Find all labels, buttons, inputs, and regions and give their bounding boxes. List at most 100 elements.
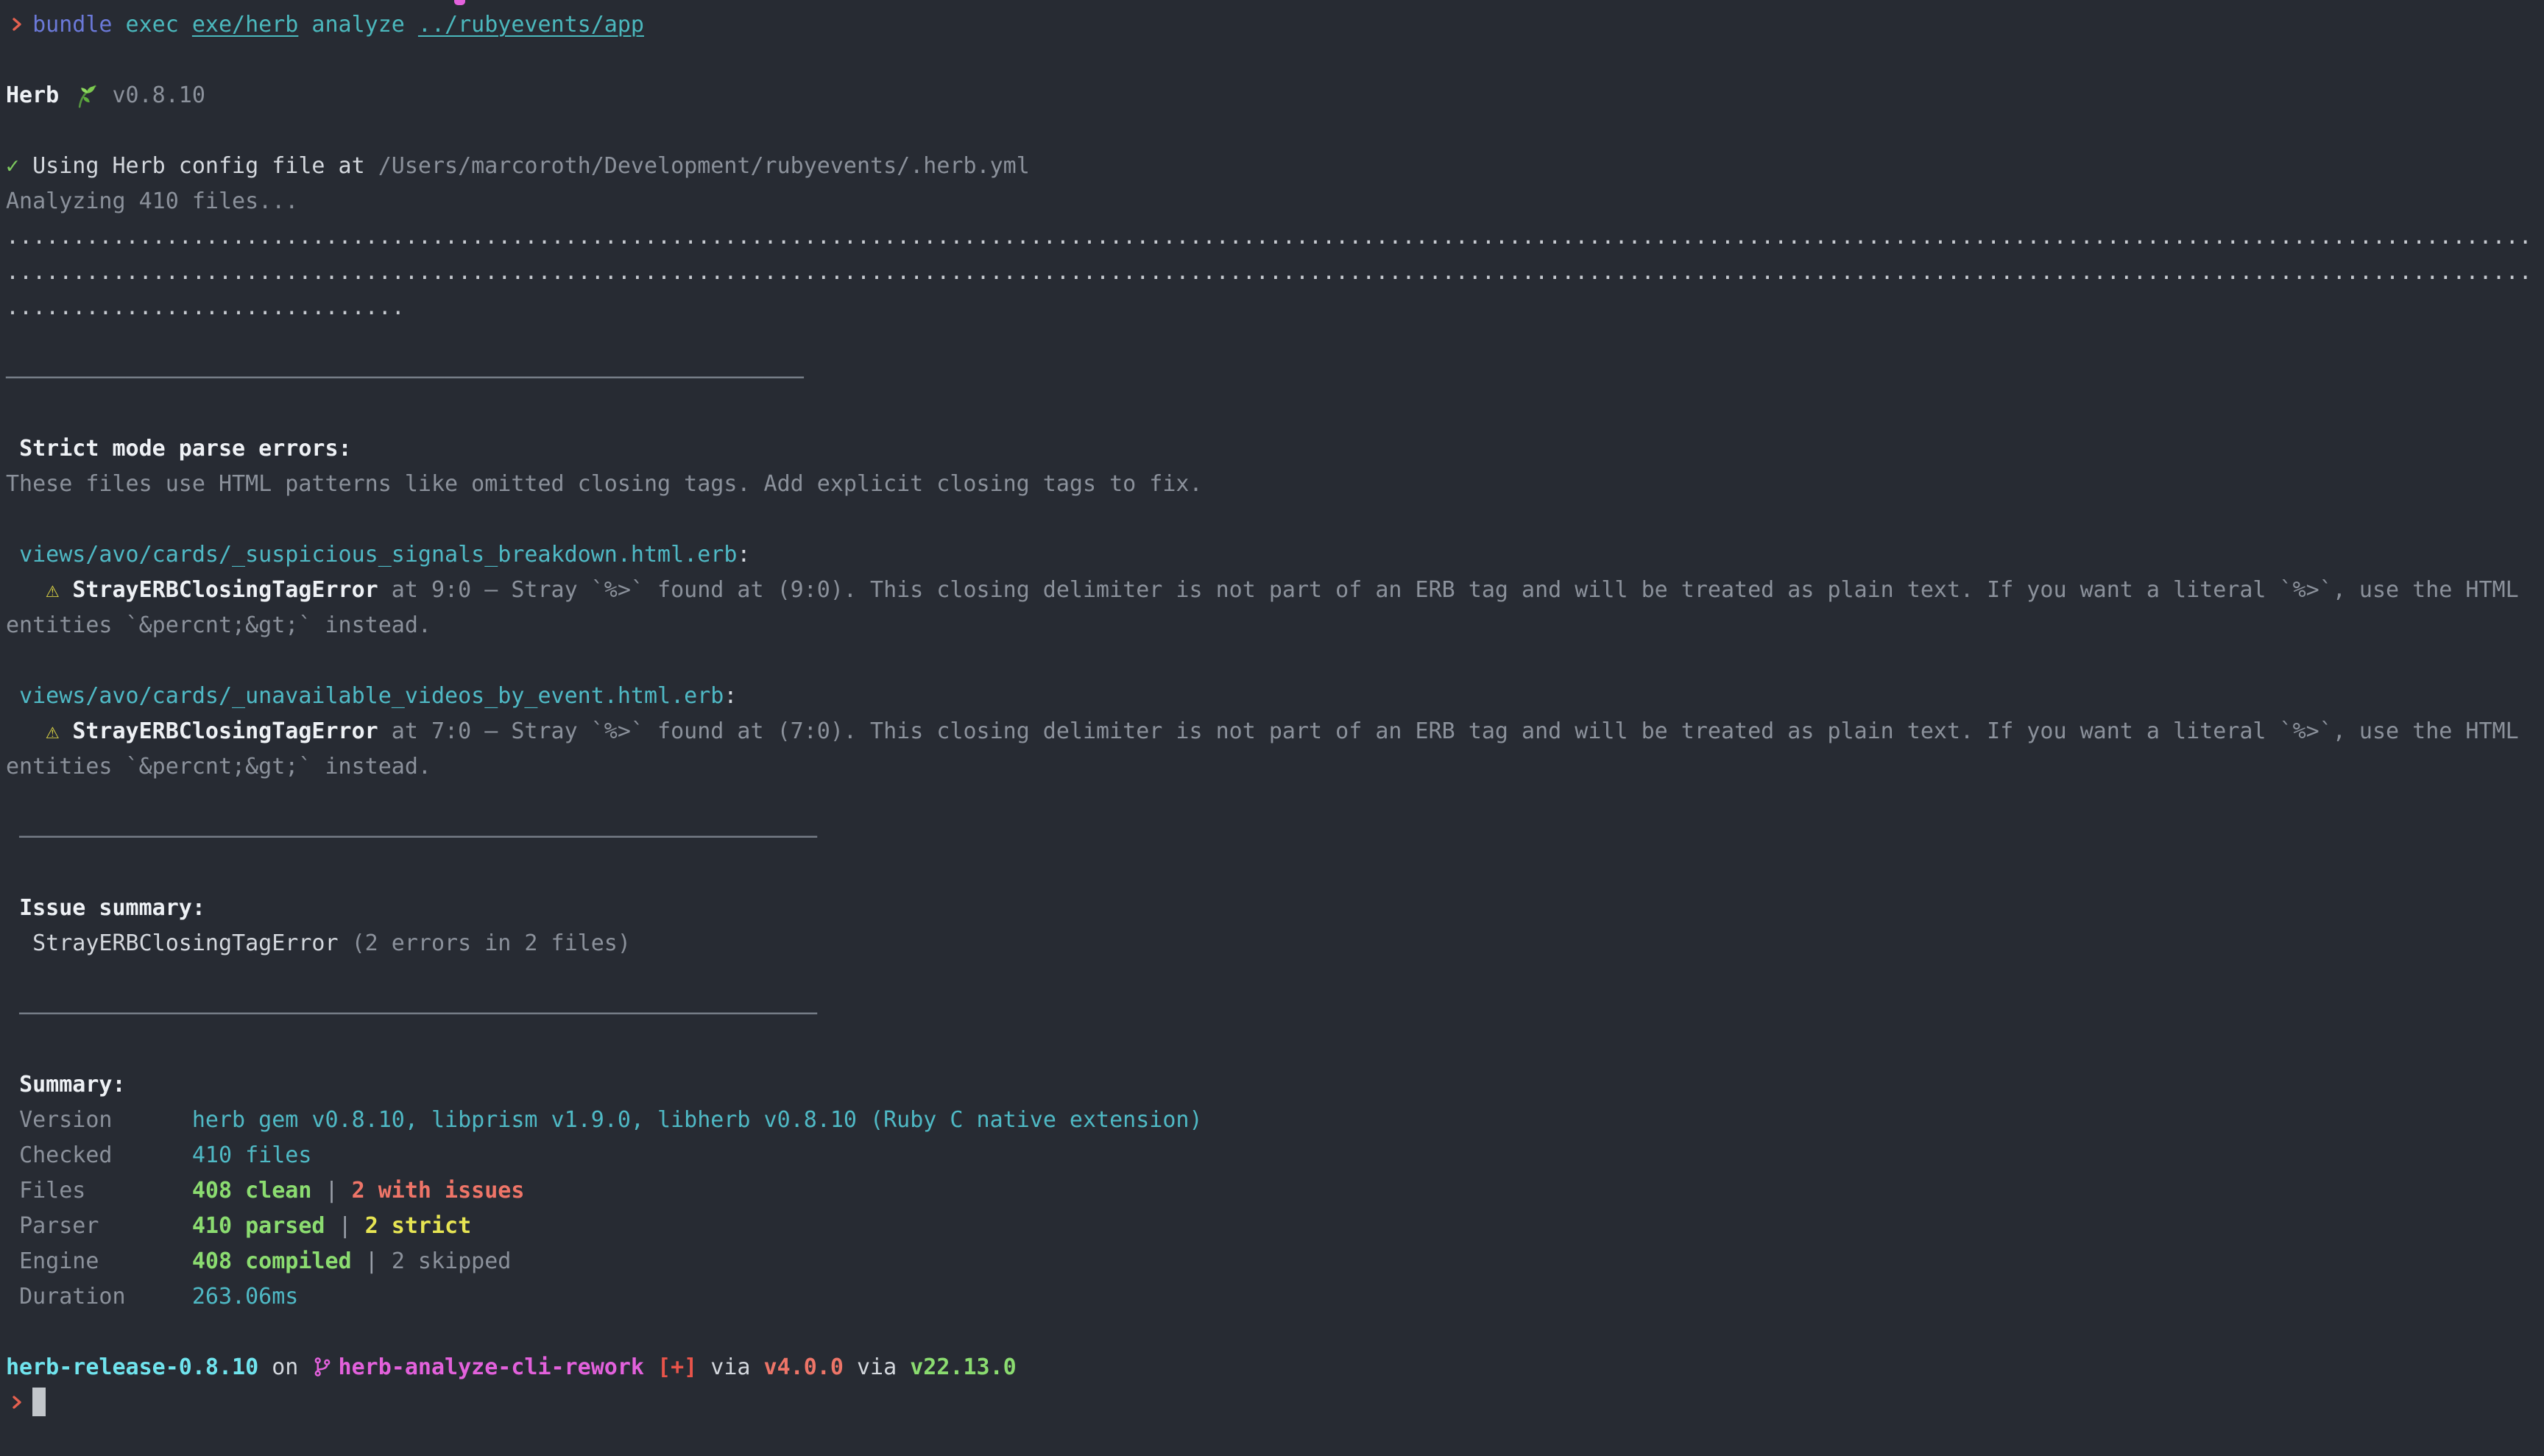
text-segment (325, 1213, 339, 1239)
command-line: bundle exec exe/herb analyze ../rubyeven… (6, 7, 2544, 43)
text-segment (6, 577, 46, 603)
separator-line: ────────────────────────────────────────… (6, 820, 2544, 855)
command-arg-exe-herb[interactable]: exe/herb (192, 12, 299, 38)
text-segment: | (365, 1248, 378, 1274)
summary-label: Files (6, 1178, 192, 1204)
error-file-path: views/avo/cards/_unavailable_videos_by_e… (19, 683, 724, 709)
text-segment (179, 12, 192, 38)
warning-icon: ⚠ (46, 718, 59, 744)
error-message: at 7:0 – Stray `%>` found at (7:0). This… (6, 718, 2532, 780)
prompt-chevron-icon (6, 7, 19, 43)
summary-value: herb gem v0.8.10, libprism v1.9.0, libhe… (192, 1107, 1203, 1133)
text-segment: Analyzing 410 files... (6, 188, 298, 214)
summary-label: Engine (6, 1248, 192, 1274)
check-icon: ✓ (6, 153, 19, 179)
summary-value-issues: 2 with issues (352, 1178, 525, 1204)
separator-line: ────────────────────────────────────────… (6, 361, 2544, 396)
issue-error-name: StrayERBClosingTagError (32, 930, 338, 956)
text-segment: : (737, 542, 750, 568)
prompt-chevron-icon (6, 1385, 19, 1421)
terminal-cursor[interactable] (32, 1388, 46, 1416)
summary-value-clean: 408 clean (192, 1178, 312, 1204)
summary-value-strict: 2 strict (365, 1213, 472, 1239)
text-segment (378, 1248, 392, 1274)
issue-summary-line: StrayERBClosingTagError (2 errors in 2 f… (6, 926, 2544, 961)
terminal[interactable]: bundle exec exe/herb analyze ../rubyeven… (0, 0, 2544, 1452)
text-segment: ────────────────────────────────────────… (19, 824, 817, 850)
text-segment (311, 1178, 325, 1204)
summary-value: 263.06ms (192, 1284, 299, 1310)
progress-dots-row: ........................................… (6, 255, 2544, 290)
command-arg-app-path[interactable]: ../rubyevents/app (418, 12, 644, 38)
config-file-line: ✓ Using Herb config file at /Users/marco… (6, 149, 2544, 184)
summary-label: Duration (6, 1284, 192, 1310)
git-branch-name: herb-analyze-cli-rework (339, 1354, 644, 1380)
summary-value-skipped: 2 skipped (392, 1248, 512, 1274)
text-segment (6, 895, 19, 921)
git-branch-icon (311, 1350, 325, 1385)
error-file-line: views/avo/cards/_suspicious_signals_brea… (6, 537, 2544, 573)
summary-row-checked: Checked 410 files (6, 1138, 2544, 1173)
blank-line (6, 1421, 2544, 1456)
blank-line (6, 113, 2544, 149)
shell-prompt-line (6, 1385, 2544, 1421)
text-segment (59, 577, 72, 603)
text-segment (644, 1354, 657, 1380)
text-segment (339, 1178, 352, 1204)
text-segment: via (697, 1354, 763, 1380)
error-name: StrayERBClosingTagError (72, 718, 378, 744)
previous-line-cutoff-fragment (454, 0, 465, 5)
text-segment (19, 12, 32, 38)
text-segment: analyze (311, 12, 404, 38)
error-detail-line: ⚠ StrayERBClosingTagError at 7:0 – Stray… (6, 714, 2544, 785)
text-segment (339, 930, 352, 956)
text-segment (6, 436, 19, 462)
text-segment (405, 12, 418, 38)
text-segment (6, 1001, 19, 1027)
git-state-badge: [+] (657, 1354, 697, 1380)
summary-value: 410 files (192, 1142, 312, 1168)
shell-status-line: herb-release-0.8.10 on herb-analyze-cli-… (6, 1350, 2544, 1385)
config-file-path: /Users/marcoroth/Development/rubyevents/… (378, 153, 1030, 179)
text-segment: ────────────────────────────────────────… (6, 365, 804, 391)
summary-label: Checked (6, 1142, 192, 1168)
text-segment: ........................................… (6, 224, 2532, 250)
text-segment: via (844, 1354, 910, 1380)
terminal-output: bundle exec exe/herb analyze ../rubyeven… (6, 7, 2544, 1456)
summary-row-engine: Engine 408 compiled | 2 skipped (6, 1244, 2544, 1279)
issue-error-count: (2 errors in 2 files) (352, 930, 631, 956)
summary-heading: Summary: (6, 1067, 2544, 1103)
text-segment: ────────────────────────────────────────… (19, 1001, 817, 1027)
error-detail-line: ⚠ StrayERBClosingTagError at 9:0 – Stray… (6, 573, 2544, 643)
text-segment: on (258, 1354, 311, 1380)
text-segment: .............................. (6, 294, 405, 320)
summary-value-parsed: 410 parsed (192, 1213, 325, 1239)
herb-version-line: Herb v0.8.10 (6, 78, 2544, 113)
summary-row-parser: Parser 410 parsed | 2 strict (6, 1209, 2544, 1244)
text-segment: | (339, 1213, 352, 1239)
command-name: bundle (32, 12, 112, 38)
text-segment (298, 12, 311, 38)
blank-line (6, 43, 2544, 78)
blank-line (6, 1315, 2544, 1350)
summary-row-version: Version herb gem v0.8.10, libprism v1.9.… (6, 1103, 2544, 1138)
text-segment (325, 1354, 338, 1380)
text-segment: : (724, 683, 737, 709)
directory-name: herb-release-0.8.10 (6, 1354, 258, 1380)
blank-line (6, 502, 2544, 537)
text-segment (352, 1248, 365, 1274)
blank-line (6, 855, 2544, 891)
blank-line (6, 325, 2544, 361)
error-name: StrayERBClosingTagError (72, 577, 378, 603)
text-segment (59, 718, 72, 744)
text-segment: Issue summary: (19, 895, 205, 921)
summary-value-compiled: 408 compiled (192, 1248, 352, 1274)
summary-label: Version (6, 1107, 192, 1133)
text-segment: exec (126, 12, 179, 38)
summary-row-duration: Duration 263.06ms (6, 1279, 2544, 1315)
app-version: v0.8.10 (99, 82, 205, 108)
progress-dots-row: ........................................… (6, 219, 2544, 255)
summary-label: Parser (6, 1213, 192, 1239)
text-segment (6, 930, 32, 956)
progress-dots-row: .............................. (6, 290, 2544, 325)
